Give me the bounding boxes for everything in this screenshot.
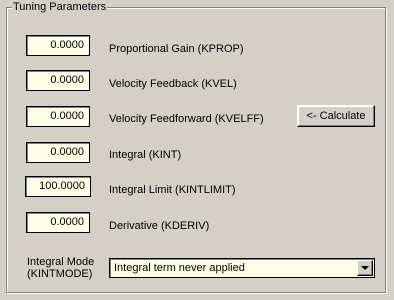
chevron-down-icon[interactable] bbox=[357, 260, 373, 276]
calculate-button[interactable]: <- Calculate bbox=[297, 105, 375, 127]
integral-mode-value: Integral term never applied bbox=[114, 262, 245, 274]
kderiv-label: Derivative (KDERIV) bbox=[109, 220, 210, 232]
kprop-label: Proportional Gain (KPROP) bbox=[109, 43, 244, 55]
kprop-field[interactable]: 0.0000 bbox=[26, 35, 90, 56]
integral-mode-label-line2: (KINTMODE) bbox=[27, 268, 93, 280]
kintlimit-field[interactable]: 100.0000 bbox=[25, 176, 91, 197]
integral-mode-select[interactable]: Integral term never applied bbox=[109, 258, 375, 278]
kint-field[interactable]: 0.0000 bbox=[26, 142, 90, 163]
kvel-label: Velocity Feedback (KVEL) bbox=[109, 78, 237, 90]
kvelff-label: Velocity Feedforward (KVELFF) bbox=[109, 113, 264, 125]
kderiv-field[interactable]: 0.0000 bbox=[26, 212, 90, 233]
kintlimit-label: Integral Limit (KINTLIMIT) bbox=[109, 184, 236, 196]
integral-mode-label: Integral Mode (KINTMODE) bbox=[27, 256, 94, 280]
kint-label: Integral (KINT) bbox=[109, 149, 182, 161]
group-title: Tuning Parameters bbox=[12, 1, 108, 13]
kvelff-field[interactable]: 0.0000 bbox=[26, 106, 90, 127]
integral-mode-label-line1: Integral Mode bbox=[27, 256, 95, 268]
kvel-field[interactable]: 0.0000 bbox=[26, 70, 90, 91]
